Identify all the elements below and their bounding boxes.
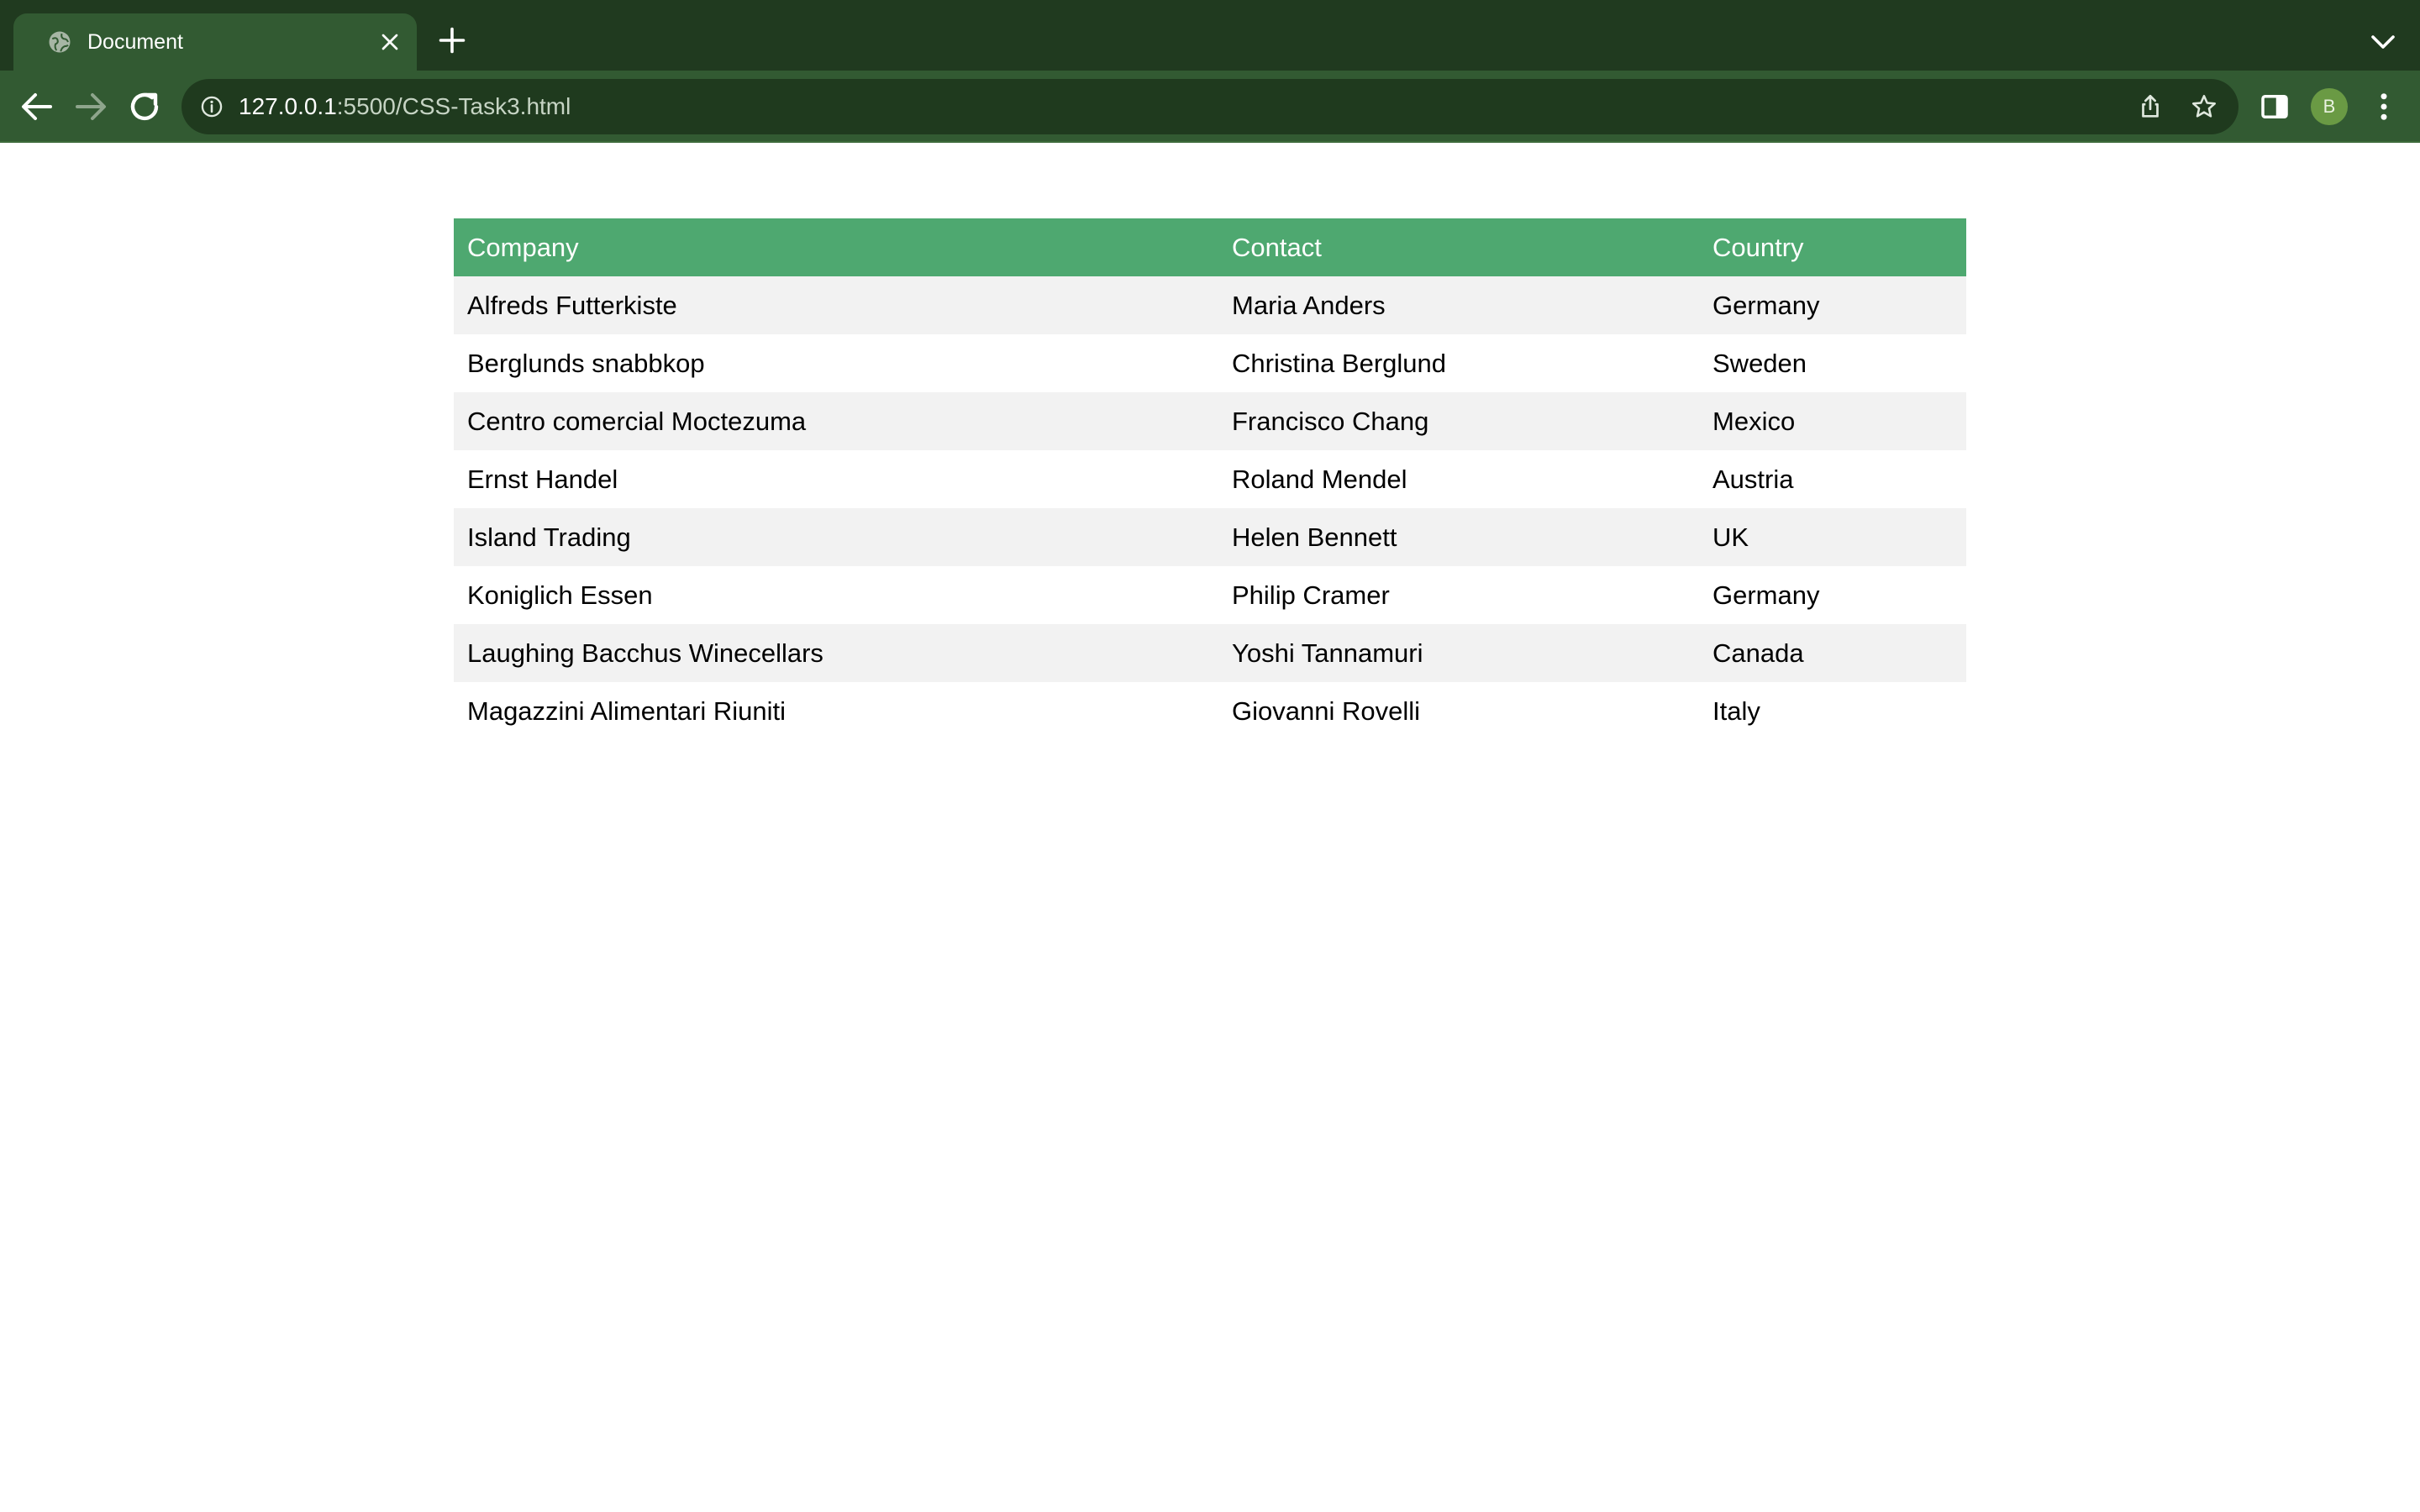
star-icon[interactable] bbox=[2190, 92, 2218, 121]
table-row: Island Trading Helen Bennett UK bbox=[454, 508, 1966, 566]
table-row: Centro comercial Moctezuma Francisco Cha… bbox=[454, 392, 1966, 450]
cell-company: Laughing Bacchus Winecellars bbox=[467, 638, 823, 668]
cell-contact: Roland Mendel bbox=[1232, 464, 1407, 494]
cell-country: Mexico bbox=[1712, 406, 1796, 436]
arrow-right-icon[interactable] bbox=[71, 87, 111, 127]
table-row: Magazzini Alimentari Riuniti Giovanni Ro… bbox=[454, 682, 1966, 740]
cell-company: Centro comercial Moctezuma bbox=[467, 406, 807, 436]
cell-contact: Helen Bennett bbox=[1232, 522, 1397, 552]
cell-contact: Philip Cramer bbox=[1232, 580, 1390, 610]
cell-country: Canada bbox=[1712, 638, 1804, 668]
customers-table: Company Contact Country Alfreds Futterki… bbox=[454, 218, 1966, 740]
table-row: Laughing Bacchus Winecellars Yoshi Tanna… bbox=[454, 624, 1966, 682]
share-icon[interactable] bbox=[2136, 92, 2165, 121]
side-panel-icon[interactable] bbox=[2257, 89, 2292, 124]
cell-contact: Christina Berglund bbox=[1232, 348, 1447, 378]
tab-title: Document bbox=[87, 30, 183, 54]
url-host: 127.0.0.1 bbox=[239, 93, 337, 119]
browser-tab[interactable]: Document bbox=[13, 13, 417, 71]
cell-company: Alfreds Futterkiste bbox=[467, 290, 677, 320]
chevron-down-icon[interactable] bbox=[2368, 30, 2398, 54]
table-row: Alfreds Futterkiste Maria Anders Germany bbox=[454, 276, 1966, 334]
page-content: Company Contact Country Alfreds Futterki… bbox=[0, 143, 2420, 1512]
url-text[interactable]: 127.0.0.1:5500/CSS-Task3.html bbox=[239, 79, 571, 134]
table-header-row: Company Contact Country bbox=[454, 218, 1966, 276]
cell-company: Magazzini Alimentari Riuniti bbox=[467, 696, 786, 726]
cell-country: Italy bbox=[1712, 696, 1760, 726]
cell-contact: Yoshi Tannamuri bbox=[1232, 638, 1423, 668]
tab-strip: Document bbox=[0, 0, 2420, 71]
reload-icon[interactable] bbox=[124, 87, 165, 127]
cell-company: Berglunds snabbkop bbox=[467, 348, 705, 378]
profile-avatar[interactable]: B bbox=[2311, 88, 2348, 125]
address-bar[interactable]: 127.0.0.1:5500/CSS-Task3.html bbox=[182, 79, 2238, 134]
url-path: :5500/CSS-Task3.html bbox=[336, 93, 571, 119]
cell-country: Germany bbox=[1712, 290, 1820, 320]
cell-contact: Maria Anders bbox=[1232, 290, 1386, 320]
close-icon[interactable] bbox=[376, 29, 403, 55]
cell-contact: Francisco Chang bbox=[1232, 406, 1429, 436]
cell-company: Ernst Handel bbox=[467, 464, 618, 494]
column-header-country: Country bbox=[1699, 218, 1966, 276]
cell-company: Koniglich Essen bbox=[467, 580, 653, 610]
cell-company: Island Trading bbox=[467, 522, 631, 552]
cell-country: UK bbox=[1712, 522, 1749, 552]
cell-country: Sweden bbox=[1712, 348, 1807, 378]
kebab-menu-icon[interactable] bbox=[2366, 89, 2402, 124]
table-row: Ernst Handel Roland Mendel Austria bbox=[454, 450, 1966, 508]
table-row: Berglunds snabbkop Christina Berglund Sw… bbox=[454, 334, 1966, 392]
globe-icon bbox=[49, 31, 71, 53]
browser-toolbar: 127.0.0.1:5500/CSS-Task3.html B bbox=[0, 71, 2420, 143]
column-header-company: Company bbox=[454, 218, 1218, 276]
column-header-contact: Contact bbox=[1218, 218, 1699, 276]
cell-contact: Giovanni Rovelli bbox=[1232, 696, 1420, 726]
cell-country: Austria bbox=[1712, 464, 1794, 494]
arrow-left-icon[interactable] bbox=[17, 87, 57, 127]
cell-country: Germany bbox=[1712, 580, 1820, 610]
info-icon[interactable] bbox=[200, 95, 224, 118]
table-row: Koniglich Essen Philip Cramer Germany bbox=[454, 566, 1966, 624]
plus-icon[interactable] bbox=[437, 25, 467, 55]
